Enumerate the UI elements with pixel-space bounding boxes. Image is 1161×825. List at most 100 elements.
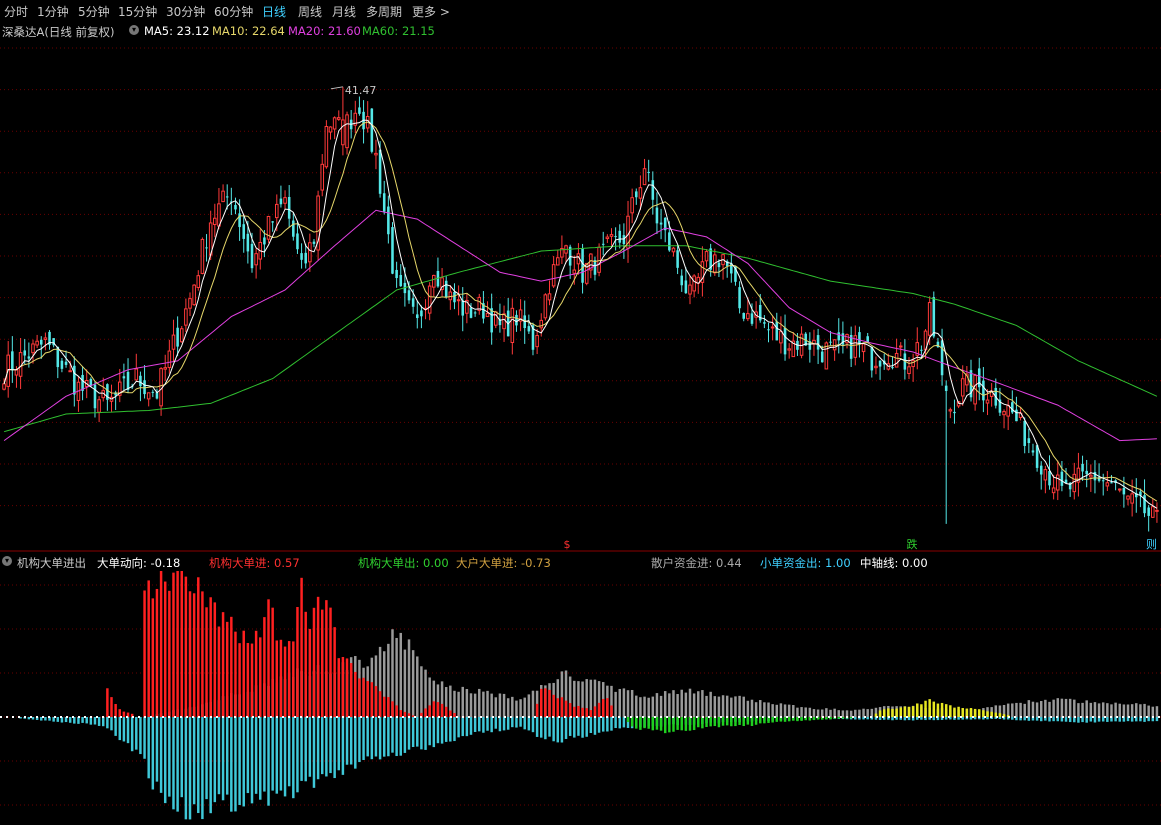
inst-out-bar [841,717,845,719]
small-out-bar [1035,717,1039,721]
retail-in-bar [498,693,502,717]
indicator-bar-group [101,717,105,727]
candle [258,229,263,270]
big-in-bar [899,707,902,717]
candle [18,337,23,390]
inst-out-bar [783,717,787,722]
indicator-bar-group [614,691,617,729]
retail-in-bar [804,707,807,717]
inst-out-bar [668,717,671,733]
inst-in-bar [275,640,279,717]
candlestick-chart[interactable]: 41.47 $ 跌 则 [0,40,1161,552]
candle-body [920,349,923,351]
inst-in-bar [593,706,597,717]
candle [1064,467,1068,484]
inst-in-bar [424,708,427,717]
indicator-bar-group [283,646,287,797]
small-out-bar [519,717,522,727]
small-out-bar [213,717,217,803]
candle [1101,473,1105,496]
candle-body [688,284,692,295]
indicator-bar-group [866,709,869,720]
indicator-bar-group [420,666,423,750]
inst-in-bar [564,700,568,717]
small-out-bar [209,717,212,814]
tab-7[interactable]: 周线 [298,3,322,20]
ma10-line [3,121,1158,502]
tab-2[interactable]: 5分钟 [78,3,110,20]
indicator-bar-group [81,717,84,723]
inst-in-bar [110,697,113,717]
candle [1002,409,1006,429]
candle-body [304,252,307,264]
chevron-down-icon[interactable]: ▾ [2,556,12,566]
candle-body [23,350,27,356]
tab-4[interactable]: 30分钟 [166,3,205,20]
tab-0[interactable]: 分时 [4,3,28,20]
tab-1[interactable]: 1分钟 [37,3,69,20]
tab-3[interactable]: 15分钟 [118,3,157,20]
indicator-bar-group [106,688,109,729]
tab-8[interactable]: 月线 [332,3,356,20]
inst-in-bar [213,602,217,717]
indicator-bar-group [684,692,688,731]
stock-title[interactable]: 深桑达A(日线 前复权) [2,24,115,40]
tab-10[interactable]: 更多 > [412,3,450,20]
main-chart-legend: 深桑达A(日线 前复权) ▾ MA5: 23.12 MA10: 22.64 MA… [0,23,1161,40]
candle [605,234,610,243]
inst-in-bar [428,705,431,717]
small-out-bar [622,717,626,728]
candle [518,299,523,332]
retail-in-bar [775,704,779,717]
retail-in-bar [763,702,766,717]
indicator-bar-group [366,666,369,757]
candle-body [1048,471,1051,486]
indicator-bar-group [564,670,568,739]
chevron-down-icon[interactable]: ▾ [129,25,139,35]
candle-body [97,399,101,413]
indicator-bar-group [259,637,262,800]
candle [440,268,444,297]
inst-in-bar [341,656,345,717]
indicator-bar-group [395,637,398,757]
small-out-bar [544,717,547,740]
candle-body [68,370,72,373]
candle-body [275,203,279,219]
indicator-bar-group [577,681,580,736]
indicator-chart[interactable] [0,571,1161,825]
small-out-bar [325,717,328,777]
indicator-bar-group [486,690,489,731]
candle [911,353,915,382]
retail-in-bar [738,695,741,717]
small-out-bar [321,717,324,775]
indicator-bar-group [246,643,250,794]
small-out-bar [610,717,613,731]
tab-5[interactable]: 60分钟 [214,3,253,20]
indicator-bar-group [1135,703,1138,722]
candle-body [196,275,201,288]
candle [791,332,796,358]
small-out-bar [1155,717,1159,722]
inst-in-bar [354,671,357,717]
indicator-bar-group [155,588,159,782]
candle [523,300,526,344]
indicator-bar-group [56,717,60,722]
candle-body [1039,465,1043,475]
indicator-name[interactable]: 机构大单进出 [17,555,86,571]
retail-in-bar [672,690,675,717]
small-out-bar [143,717,146,759]
indicator-bar-group [440,681,444,744]
indicator-bar-group [399,632,402,756]
tab-9[interactable]: 多周期 [366,3,402,20]
inst-in-bar [155,588,159,717]
retail-in-bar [1139,704,1142,717]
big-in-bar [907,706,911,717]
inst-out-bar [626,717,630,723]
candle [568,244,572,279]
big-in-bar [940,702,944,717]
candle [1015,396,1018,422]
small-out-bar [593,717,597,735]
tab-6[interactable]: 日线 [262,3,286,20]
indicator-bar-group [618,688,621,729]
indicator-bar-group [279,639,283,791]
